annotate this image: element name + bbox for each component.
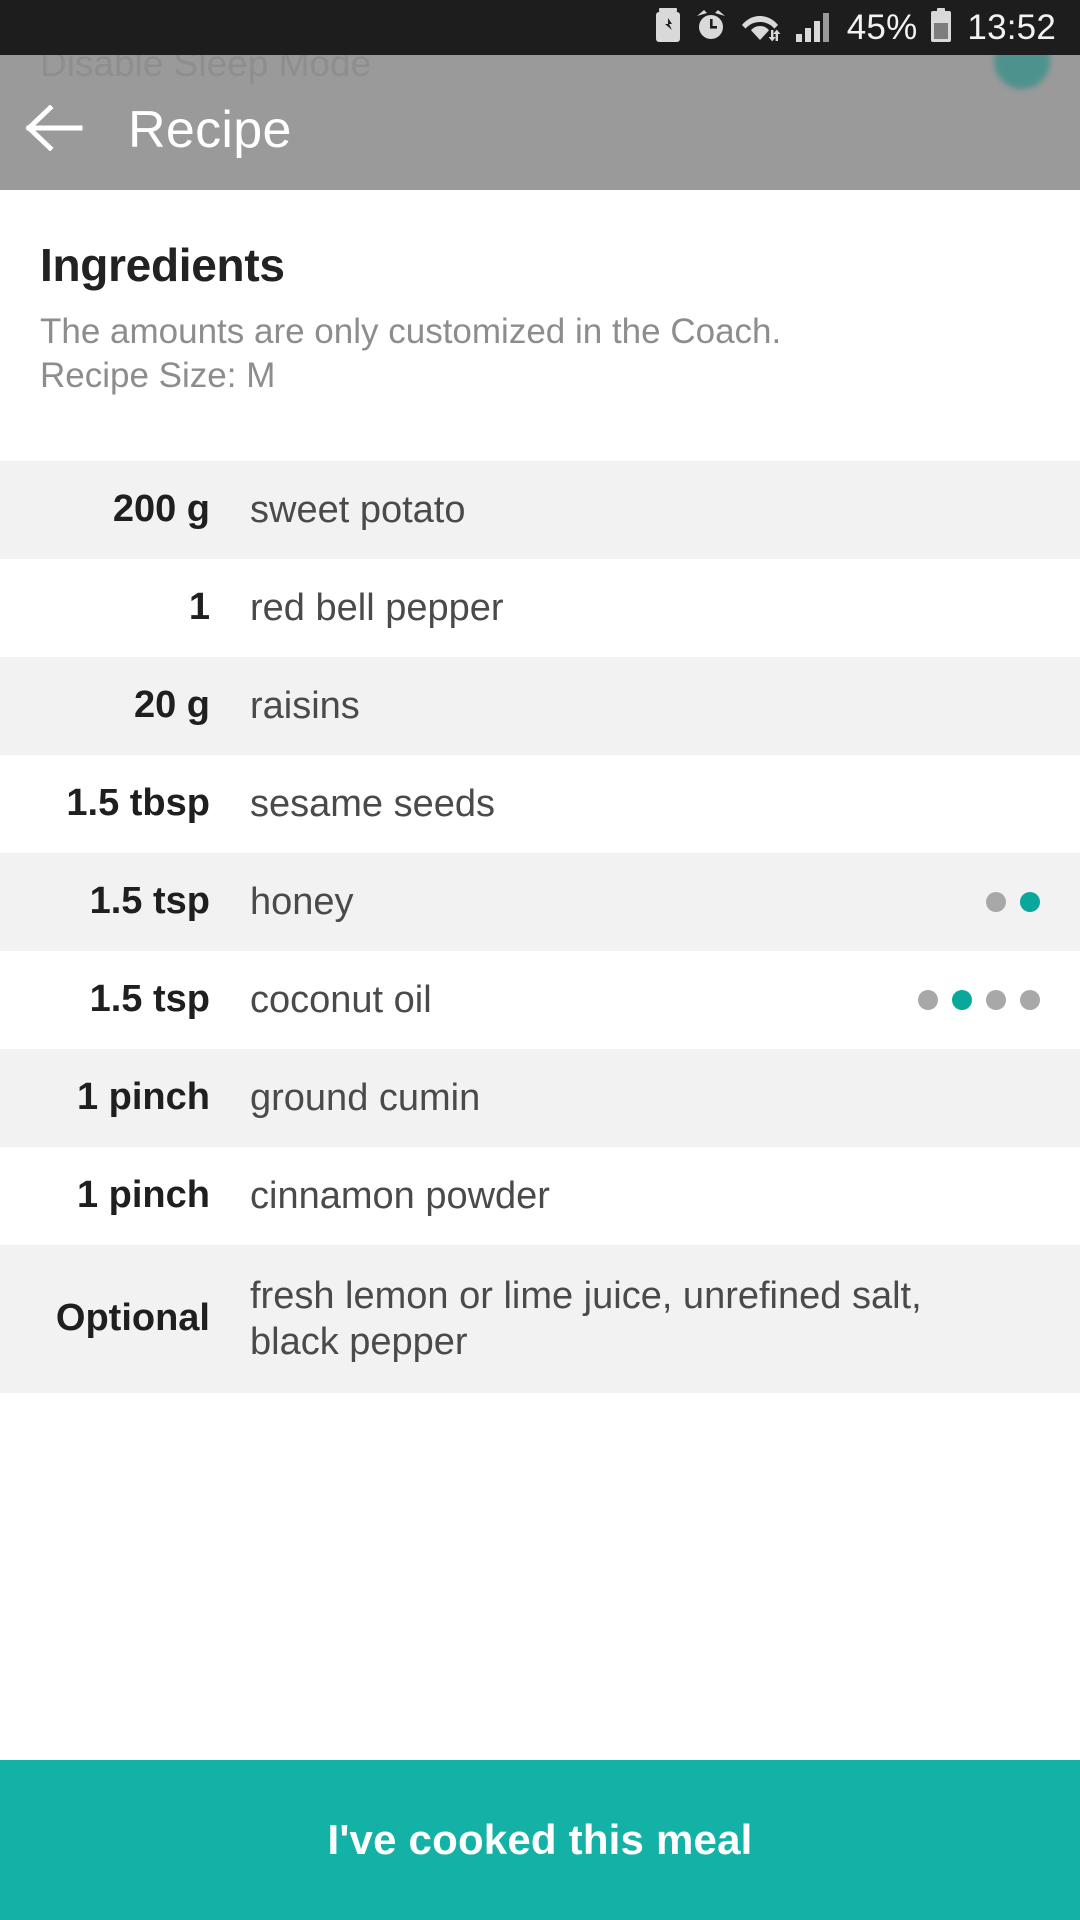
ingredient-name: fresh lemon or lime juice, unrefined sal… [250,1274,922,1363]
ingredient-name: raisins [250,684,360,727]
ingredient-amount: 1 [188,586,210,629]
ingredient-dot-indicator[interactable] [918,989,1040,1010]
dot-active [1020,891,1040,912]
ingredient-name: honey [250,880,354,923]
app-screen: 45% 13:52 Disable Sleep Mode Recipe Ingr… [0,0,1080,1920]
ingredient-name: sweet potato [250,488,466,531]
ingredient-row[interactable]: 200 g sweet potato [0,460,1080,559]
signal-bars-icon [795,8,832,47]
back-button[interactable] [0,80,110,180]
dot-active [952,989,972,1010]
alarm-clock-icon [694,8,728,47]
ingredient-row[interactable]: 1.5 tsp honey [0,852,1080,951]
ingredient-row[interactable]: 1 pinch ground cumin [0,1048,1080,1147]
ingredient-amount: 1.5 tsp [89,978,210,1021]
battery-saver-icon [655,8,681,47]
cooked-meal-label: I've cooked this meal [327,1816,753,1863]
recipe-content: Ingredients The amounts are only customi… [0,190,1080,1455]
subtitle-line-2: Recipe Size: M [40,356,276,396]
ingredient-amount: 200 g [112,488,210,531]
ingredients-header: Ingredients The amounts are only customi… [0,190,1080,399]
ingredient-row[interactable]: 1 red bell pepper [0,558,1080,657]
ingredient-amount: 20 g [133,684,210,727]
battery-icon [930,8,952,47]
page-title: Recipe [128,101,292,159]
ingredient-row[interactable]: 20 g raisins [0,656,1080,755]
ingredient-amount: 1.5 tsp [89,880,210,923]
ingredient-name: sesame seeds [250,782,496,825]
ingredient-amount: 1 pinch [76,1076,210,1119]
back-arrow-icon [24,103,86,156]
dot-inactive [986,989,1006,1010]
ingredient-list: 200 g sweet potato 1 red bell pepper 20 g rai… [0,460,1080,1393]
toolbar: Recipe [0,80,1080,180]
wifi-icon [741,8,783,47]
ingredient-amount: 1.5 tbsp [66,782,210,825]
dot-inactive [918,989,938,1010]
section-title: Ingredients [40,239,285,291]
status-bar: 45% 13:52 [0,0,1080,55]
ingredient-row[interactable]: Optional fresh lemon or lime juice, unref… [0,1244,1080,1393]
ingredient-dot-indicator[interactable] [986,891,1040,912]
list-bottom-spacer [0,1392,1080,1455]
battery-percent-label: 45% [846,8,918,47]
cooked-meal-button[interactable]: I've cooked this meal [0,1760,1080,1920]
ingredient-row[interactable]: 1 pinch cinnamon powder [0,1146,1080,1245]
subtitle-line-1: The amounts are only customized in the C… [40,312,782,351]
status-bar-clock: 13:52 [967,8,1056,47]
ingredient-amount: 1 pinch [76,1174,210,1217]
ingredient-name: cinnamon powder [250,1174,550,1217]
ingredient-name: red bell pepper [250,586,504,629]
ingredient-row[interactable]: 1.5 tbsp sesame seeds [0,754,1080,853]
section-subtitle: The amounts are only customized in the C… [40,310,1040,399]
ingredient-amount: Optional [55,1297,210,1340]
ingredient-name: ground cumin [250,1076,481,1119]
ingredient-name: coconut oil [250,978,432,1021]
dot-inactive [1020,989,1040,1010]
dot-inactive [986,891,1006,912]
ingredient-row[interactable]: 1.5 tsp coconut oil [0,950,1080,1049]
